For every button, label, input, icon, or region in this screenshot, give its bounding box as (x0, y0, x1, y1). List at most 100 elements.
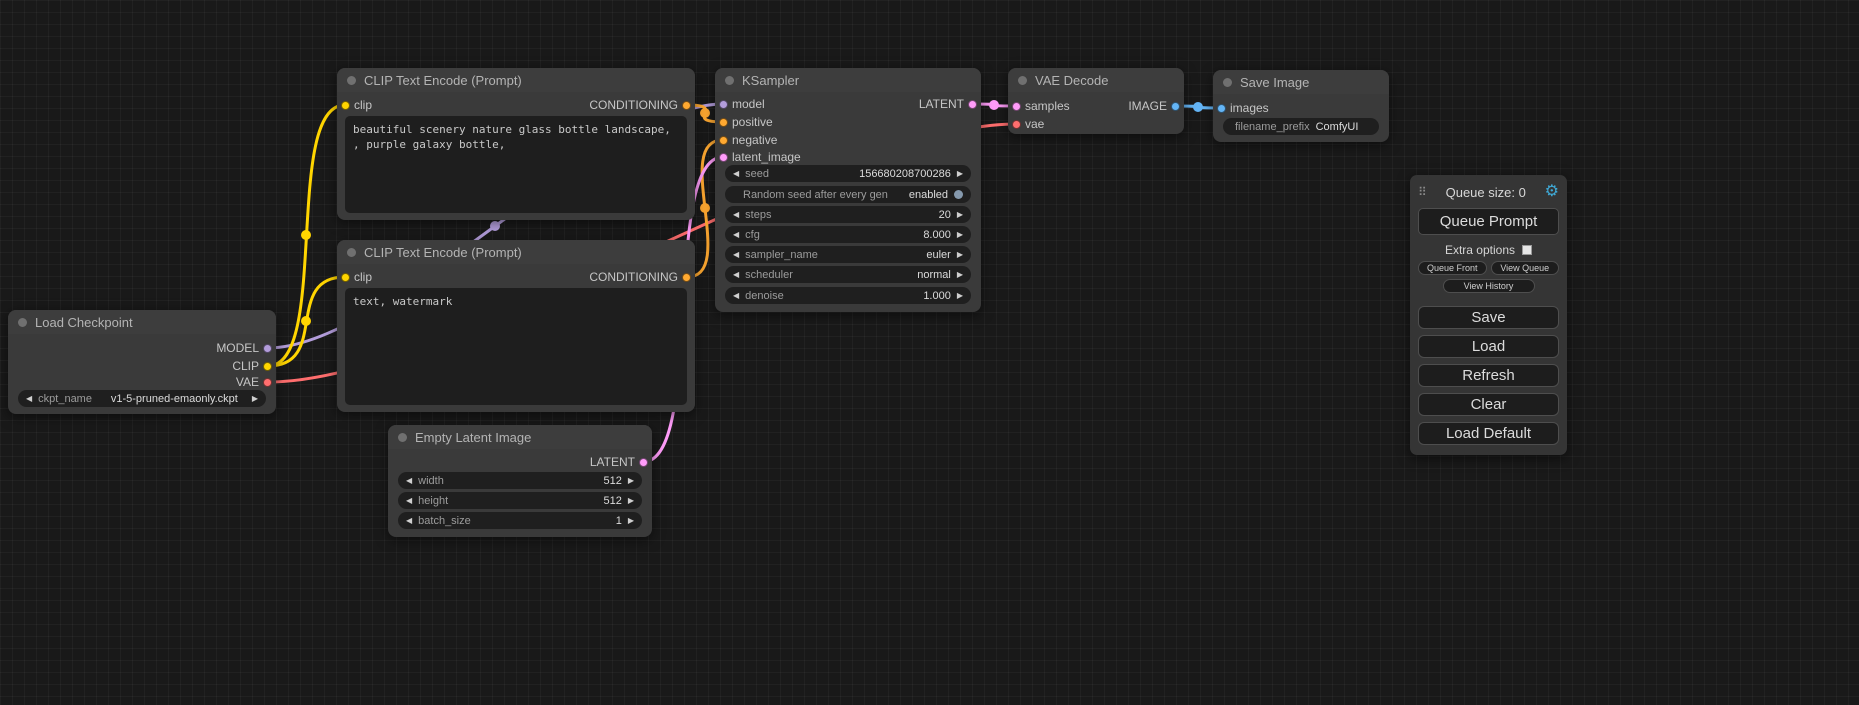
decrement-arrow-icon[interactable]: ◀ (733, 271, 739, 279)
node-title-bar[interactable]: Load Checkpoint (8, 310, 276, 334)
sampler-name-widget[interactable]: ◀ sampler_name euler ▶ (725, 246, 971, 263)
node-title: Load Checkpoint (35, 315, 133, 330)
input-port-samples[interactable] (1012, 102, 1021, 111)
collapse-dot[interactable] (347, 248, 356, 257)
queue-prompt-button[interactable]: Queue Prompt (1418, 208, 1559, 235)
increment-arrow-icon[interactable]: ▶ (957, 231, 963, 239)
input-port-clip[interactable] (341, 101, 350, 110)
wire-dot (700, 108, 710, 118)
ckpt-name-widget[interactable]: ◀ ckpt_name v1-5-pruned-emaonly.ckpt ▶ (18, 390, 266, 407)
widget-name: width (418, 475, 444, 487)
node-canvas[interactable]: Load Checkpoint MODEL CLIP VAE ◀ ckpt_na… (0, 0, 1859, 705)
view-queue-button[interactable]: View Queue (1491, 261, 1560, 275)
increment-arrow-icon[interactable]: ▶ (957, 170, 963, 178)
filename-prefix-widget[interactable]: filename_prefix ComfyUI (1223, 118, 1379, 135)
collapse-dot[interactable] (1018, 76, 1027, 85)
wire-dot (1193, 102, 1203, 112)
node-ksampler[interactable]: KSampler model positive negative latent_… (715, 68, 981, 312)
decrement-arrow-icon[interactable]: ◀ (733, 211, 739, 219)
input-port-negative[interactable] (719, 136, 728, 145)
output-port-latent[interactable] (639, 458, 648, 467)
load-default-button[interactable]: Load Default (1418, 422, 1559, 445)
height-widget[interactable]: ◀ height 512 ▶ (398, 492, 642, 509)
input-label-clip: clip (354, 269, 372, 285)
node-load-checkpoint[interactable]: Load Checkpoint MODEL CLIP VAE ◀ ckpt_na… (8, 310, 276, 414)
node-save-image[interactable]: Save Image images filename_prefix ComfyU… (1213, 70, 1389, 142)
node-empty-latent-image[interactable]: Empty Latent Image LATENT ◀ width 512 ▶ … (388, 425, 652, 537)
output-label-latent: LATENT (590, 454, 635, 470)
increment-arrow-icon[interactable]: ▶ (628, 497, 634, 505)
collapse-dot[interactable] (347, 76, 356, 85)
save-button[interactable]: Save (1418, 306, 1559, 329)
scheduler-widget[interactable]: ◀ scheduler normal ▶ (725, 266, 971, 283)
decrement-arrow-icon[interactable]: ◀ (733, 231, 739, 239)
input-label-vae: vae (1025, 116, 1044, 132)
prompt-textarea[interactable]: beautiful scenery nature glass bottle la… (345, 116, 687, 213)
wire-dot (700, 203, 710, 213)
decrement-arrow-icon[interactable]: ◀ (733, 292, 739, 300)
view-history-button[interactable]: View History (1443, 279, 1535, 293)
prompt-textarea[interactable]: text, watermark (345, 288, 687, 405)
node-title-bar[interactable]: KSampler (715, 68, 981, 92)
node-title-bar[interactable]: CLIP Text Encode (Prompt) (337, 68, 695, 92)
cfg-widget[interactable]: ◀ cfg 8.000 ▶ (725, 226, 971, 243)
output-port-vae[interactable] (263, 378, 272, 387)
input-port-latent-image[interactable] (719, 153, 728, 162)
input-label-positive: positive (732, 114, 773, 130)
input-port-positive[interactable] (719, 118, 728, 127)
output-port-image[interactable] (1171, 102, 1180, 111)
seed-widget[interactable]: ◀ seed 156680208700286 ▶ (725, 165, 971, 182)
width-widget[interactable]: ◀ width 512 ▶ (398, 472, 642, 489)
widget-name: Random seed after every gen (743, 189, 888, 201)
input-port-images[interactable] (1217, 104, 1226, 113)
collapse-dot[interactable] (398, 433, 407, 442)
input-label-negative: negative (732, 132, 777, 148)
output-port-conditioning[interactable] (682, 273, 691, 282)
collapse-dot[interactable] (725, 76, 734, 85)
node-title: Empty Latent Image (415, 430, 531, 445)
drag-handle-icon[interactable]: ⠿ (1418, 185, 1427, 199)
load-button[interactable]: Load (1418, 335, 1559, 358)
denoise-widget[interactable]: ◀ denoise 1.000 ▶ (725, 287, 971, 304)
steps-widget[interactable]: ◀ steps 20 ▶ (725, 206, 971, 223)
input-port-vae[interactable] (1012, 120, 1021, 129)
refresh-button[interactable]: Refresh (1418, 364, 1559, 387)
collapse-dot[interactable] (18, 318, 27, 327)
queue-front-button[interactable]: Queue Front (1418, 261, 1487, 275)
node-title-bar[interactable]: Empty Latent Image (388, 425, 652, 449)
decrement-arrow-icon[interactable]: ◀ (406, 477, 412, 485)
output-label-vae: VAE (236, 374, 259, 390)
decrement-arrow-icon[interactable]: ◀ (406, 517, 412, 525)
node-title-bar[interactable]: Save Image (1213, 70, 1389, 94)
node-clip-text-encode-positive[interactable]: CLIP Text Encode (Prompt) clip CONDITION… (337, 68, 695, 220)
extra-options-checkbox[interactable] (1522, 245, 1532, 255)
extra-options-label: Extra options (1445, 243, 1515, 257)
random-seed-toggle-widget[interactable]: Random seed after every gen enabled (725, 186, 971, 203)
decrement-arrow-icon[interactable]: ◀ (26, 395, 32, 403)
increment-arrow-icon[interactable]: ▶ (628, 477, 634, 485)
node-title-bar[interactable]: VAE Decode (1008, 68, 1184, 92)
increment-arrow-icon[interactable]: ▶ (252, 395, 258, 403)
output-port-conditioning[interactable] (682, 101, 691, 110)
clear-button[interactable]: Clear (1418, 393, 1559, 416)
increment-arrow-icon[interactable]: ▶ (957, 211, 963, 219)
input-port-model[interactable] (719, 100, 728, 109)
node-vae-decode[interactable]: VAE Decode samples vae IMAGE (1008, 68, 1184, 134)
increment-arrow-icon[interactable]: ▶ (628, 517, 634, 525)
decrement-arrow-icon[interactable]: ◀ (406, 497, 412, 505)
decrement-arrow-icon[interactable]: ◀ (733, 251, 739, 259)
node-title-bar[interactable]: CLIP Text Encode (Prompt) (337, 240, 695, 264)
input-port-clip[interactable] (341, 273, 350, 282)
output-port-model[interactable] (263, 344, 272, 353)
node-clip-text-encode-negative[interactable]: CLIP Text Encode (Prompt) clip CONDITION… (337, 240, 695, 412)
increment-arrow-icon[interactable]: ▶ (957, 271, 963, 279)
batch-size-widget[interactable]: ◀ batch_size 1 ▶ (398, 512, 642, 529)
toggle-indicator[interactable] (954, 190, 963, 199)
increment-arrow-icon[interactable]: ▶ (957, 251, 963, 259)
decrement-arrow-icon[interactable]: ◀ (733, 170, 739, 178)
output-port-clip[interactable] (263, 362, 272, 371)
output-port-latent[interactable] (968, 100, 977, 109)
increment-arrow-icon[interactable]: ▶ (957, 292, 963, 300)
collapse-dot[interactable] (1223, 78, 1232, 87)
gear-icon[interactable]: ⚙ (1545, 184, 1559, 200)
